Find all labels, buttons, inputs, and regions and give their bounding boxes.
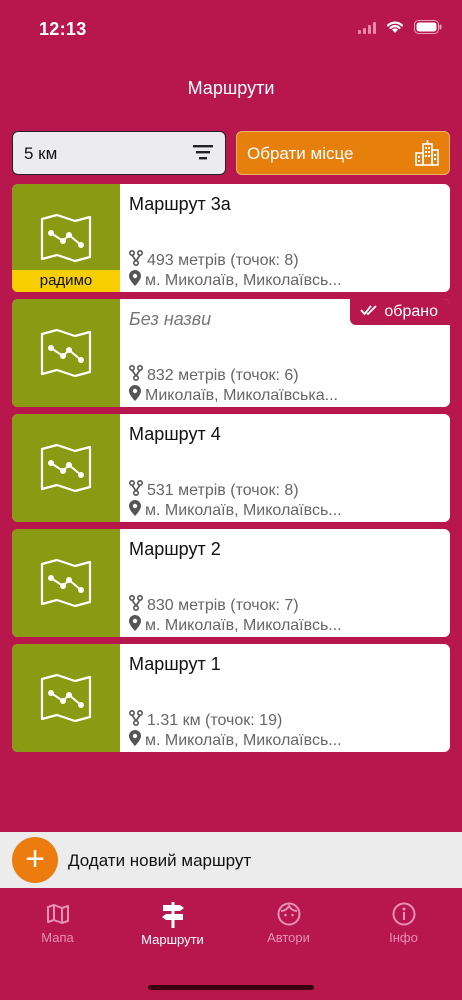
route-distance-text: 531 метрів (точок: 8) (147, 481, 299, 499)
route-location: м. Миколаїв, Миколаївсь... (129, 270, 342, 291)
route-thumbnail (12, 414, 120, 522)
route-location-text: м. Миколаїв, Миколаївсь... (145, 501, 342, 519)
add-route-bar[interactable]: + Додати новий маршрут (0, 832, 462, 888)
plus-icon[interactable]: + (12, 837, 58, 883)
distance-filter-value: 5 км (24, 144, 58, 163)
filter-icon[interactable] (193, 143, 213, 166)
location-pin-icon (129, 730, 141, 751)
route-title: Маршрут 3а (129, 194, 231, 214)
route-location: м. Миколаїв, Миколаївсь... (129, 500, 342, 521)
route-card[interactable]: Без назви обрано 832 метрів (точок: 6) Мико… (12, 299, 450, 407)
distance-filter-select[interactable]: 5 км (12, 131, 226, 175)
route-card[interactable]: Маршрут 2 830 метрів (точок: 7) м. Миколаї… (12, 529, 450, 637)
route-thumbnail (12, 644, 120, 752)
route-card[interactable]: радимо Маршрут 3а 493 метрів (точок: 8) м. … (12, 184, 450, 292)
status-bar: 12:13 (0, 0, 462, 60)
route-title: Маршрут 4 (129, 424, 221, 444)
route-distance: 830 метрів (точок: 7) (128, 594, 299, 616)
route-thumbnail (12, 529, 120, 637)
selected-label: обрано (384, 303, 438, 320)
route-distance-text: 832 метрів (точок: 6) (147, 366, 299, 384)
tab-authors[interactable]: Автори (231, 902, 346, 945)
route-fork-icon (128, 594, 144, 616)
page-title: Маршрути (187, 78, 275, 98)
double-check-icon (360, 299, 378, 325)
route-fork-icon (128, 709, 144, 731)
selected-badge: обрано (350, 299, 450, 325)
route-location: м. Миколаїв, Миколаївсь... (129, 615, 342, 636)
route-distance: 493 метрів (точок: 8) (128, 249, 299, 271)
info-icon (392, 902, 415, 926)
map-icon (46, 904, 69, 924)
route-title: Маршрут 2 (129, 539, 221, 559)
location-pin-icon (129, 500, 141, 521)
route-fork-icon (128, 479, 144, 501)
route-location: м. Миколаїв, Миколаївсь... (129, 730, 342, 751)
route-thumbnail (12, 299, 120, 407)
route-location-text: м. Миколаїв, Миколаївсь... (145, 731, 342, 749)
tab-info-label: Інфо (389, 930, 418, 945)
route-distance-text: 830 метрів (точок: 7) (147, 596, 299, 614)
location-pin-icon (129, 270, 141, 291)
route-title: Маршрут 1 (129, 654, 221, 674)
recommended-badge: радимо (12, 270, 120, 292)
recommended-label: радимо (39, 272, 93, 289)
tab-map[interactable]: Мапа (0, 902, 115, 945)
tab-map-label: Мапа (41, 930, 74, 945)
battery-icon (414, 20, 442, 39)
route-distance: 832 метрів (точок: 6) (128, 364, 299, 386)
status-icons (358, 20, 442, 39)
route-location-text: м. Миколаїв, Миколаївсь... (145, 271, 342, 289)
route-fork-icon (128, 249, 144, 271)
route-thumbnail: радимо (12, 184, 120, 292)
choose-place-button[interactable]: Обрати місце (236, 131, 450, 175)
route-distance: 1.31 км (точок: 19) (128, 709, 283, 731)
route-distance: 531 метрів (точок: 8) (128, 479, 299, 501)
route-fork-icon (128, 364, 144, 386)
tab-info[interactable]: Інфо (346, 902, 461, 945)
route-distance-text: 1.31 км (точок: 19) (147, 711, 283, 729)
route-card[interactable]: Маршрут 4 531 метрів (точок: 8) м. Миколаї… (12, 414, 450, 522)
add-route-label: Додати новий маршрут (68, 851, 252, 870)
route-title: Без назви (129, 309, 212, 329)
route-location-text: Миколаїв, Миколаївська... (145, 386, 338, 404)
face-icon (277, 902, 300, 926)
tab-routes-label: Маршрути (141, 932, 204, 947)
route-card[interactable]: Маршрут 1 1.31 км (точок: 19) м. Миколаїв,… (12, 644, 450, 752)
home-indicator (148, 985, 314, 990)
signal-icon (358, 21, 376, 39)
tab-authors-label: Автори (267, 930, 310, 945)
location-pin-icon (129, 615, 141, 636)
location-pin-icon (129, 385, 141, 406)
signpost-icon (161, 902, 184, 928)
choose-place-label: Обрати місце (247, 144, 354, 163)
route-location: Миколаїв, Миколаївська... (129, 385, 338, 406)
city-icon (415, 140, 439, 171)
status-time: 12:13 (39, 19, 87, 39)
route-distance-text: 493 метрів (точок: 8) (147, 251, 299, 269)
tab-routes[interactable]: Маршрути (115, 902, 230, 947)
route-location-text: м. Миколаїв, Миколаївсь... (145, 616, 342, 634)
tab-bar: Мапа Маршрути Автори Інфо (0, 888, 462, 1000)
wifi-icon (386, 20, 404, 39)
